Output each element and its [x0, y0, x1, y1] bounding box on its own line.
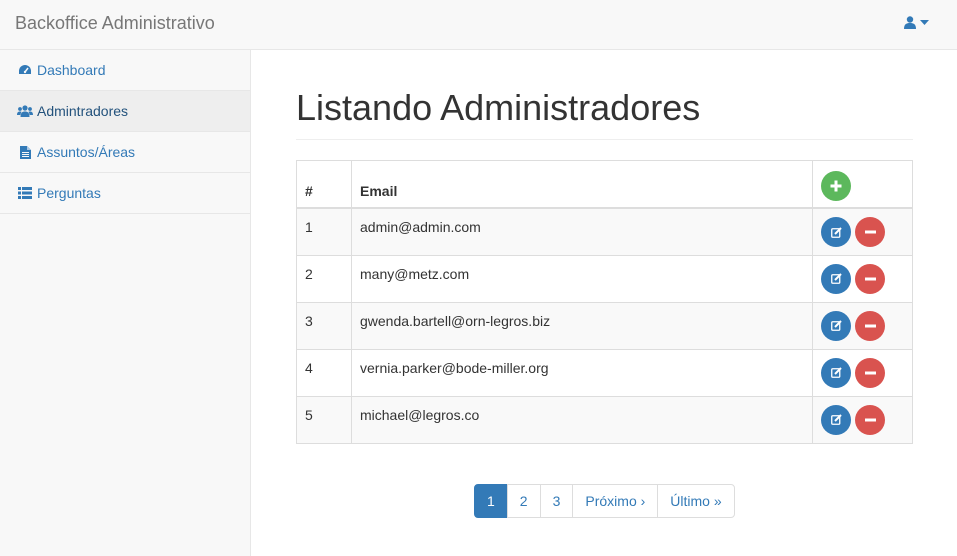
add-admin-button[interactable]: [821, 170, 851, 201]
cell-id: 1: [296, 207, 352, 256]
minus-icon: [864, 324, 876, 328]
delete-button[interactable]: [855, 310, 885, 341]
page-2-link[interactable]: 2: [506, 484, 541, 518]
sidebar-item-label: Perguntas: [37, 185, 101, 201]
sidebar: Dashboard Admintradores Assuntos/Áreas P…: [0, 50, 251, 556]
minus-icon: [864, 371, 876, 375]
edit-icon: [830, 414, 842, 425]
cell-actions: [812, 348, 913, 397]
column-header-id: #: [296, 159, 352, 210]
minus-icon: [864, 277, 876, 281]
table-row: 1 admin@admin.com: [296, 207, 913, 256]
page-1-link[interactable]: 1: [474, 484, 508, 518]
delete-button[interactable]: [855, 404, 885, 435]
cell-email: admin@admin.com: [351, 207, 813, 256]
sidebar-item-label: Assuntos/Áreas: [37, 144, 136, 160]
sidebar-item-dashboard[interactable]: Dashboard: [0, 50, 250, 91]
edit-button[interactable]: [821, 263, 851, 294]
cell-email: michael@legros.co: [351, 395, 813, 444]
cell-actions: [812, 207, 913, 256]
plus-icon: [830, 180, 842, 192]
delete-button[interactable]: [855, 217, 885, 248]
edit-button[interactable]: [821, 357, 851, 388]
minus-icon: [864, 230, 876, 234]
sidebar-item-assuntos[interactable]: Assuntos/Áreas: [0, 132, 250, 173]
column-header-email: Email: [351, 159, 813, 210]
user-menu-toggle[interactable]: [904, 16, 929, 29]
column-header-actions: [812, 159, 913, 210]
sidebar-item-administradores[interactable]: Admintradores: [0, 91, 250, 132]
cell-actions: [812, 395, 913, 444]
cell-actions: [812, 254, 913, 303]
users-icon: [17, 104, 33, 118]
edit-icon: [830, 320, 842, 331]
sidebar-item-label: Dashboard: [37, 62, 106, 78]
brand-title[interactable]: Backoffice Administrativo: [15, 13, 215, 34]
page-3-link[interactable]: 3: [539, 484, 574, 518]
file-icon: [17, 145, 33, 159]
table-row: 4 vernia.parker@bode-miller.org: [296, 348, 913, 397]
edit-icon: [830, 226, 842, 238]
cell-email: vernia.parker@bode-miller.org: [351, 348, 813, 397]
top-navbar: Backoffice Administrativo: [0, 0, 957, 50]
edit-button[interactable]: [821, 404, 851, 435]
list-icon: [17, 186, 33, 200]
edit-button[interactable]: [821, 310, 851, 341]
edit-icon: [830, 273, 842, 284]
page-title: Listando Administradores: [296, 88, 913, 140]
sidebar-item-perguntas[interactable]: Perguntas: [0, 173, 250, 214]
table-header-row: # Email: [296, 159, 913, 210]
table-row: 5 michael@legros.co: [296, 395, 913, 444]
next-page-link[interactable]: Próximo ›: [572, 484, 659, 518]
dashboard-icon: [17, 63, 33, 77]
user-icon: [904, 16, 916, 29]
cell-email: many@metz.com: [351, 254, 813, 303]
minus-icon: [864, 418, 876, 422]
main-content: Listando Administradores # Email 1 admin…: [296, 50, 913, 444]
caret-down-icon: [920, 19, 929, 26]
delete-button[interactable]: [855, 357, 885, 388]
cell-id: 4: [296, 348, 352, 397]
cell-actions: [812, 301, 913, 350]
edit-button[interactable]: [821, 217, 851, 248]
pagination: 1 2 3 Próximo › Último »: [474, 484, 735, 518]
edit-icon: [830, 367, 842, 378]
table-row: 2 many@metz.com: [296, 254, 913, 303]
cell-id: 3: [296, 301, 352, 350]
delete-button[interactable]: [855, 263, 885, 294]
sidebar-item-label: Admintradores: [37, 103, 129, 119]
table-row: 3 gwenda.bartell@orn-legros.biz: [296, 301, 913, 350]
administrators-table: # Email 1 admin@admin.com 2 many@metz.co…: [296, 159, 913, 444]
last-page-link[interactable]: Último »: [657, 484, 735, 518]
cell-id: 2: [296, 254, 352, 303]
cell-id: 5: [296, 395, 352, 444]
cell-email: gwenda.bartell@orn-legros.biz: [351, 301, 813, 350]
